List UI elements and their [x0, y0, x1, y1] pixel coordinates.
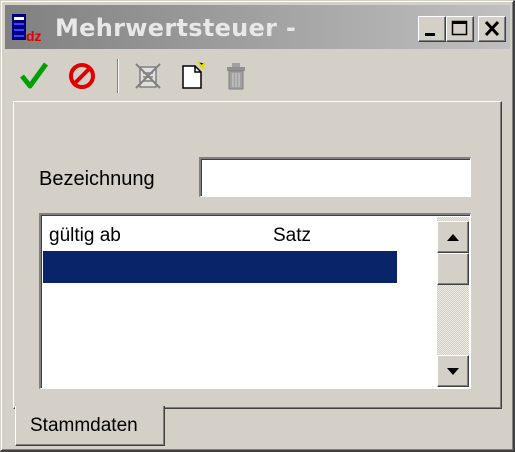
column-header-satz[interactable]: Satz: [273, 225, 311, 247]
delete-record-icon[interactable]: [133, 61, 163, 91]
close-button[interactable]: [478, 16, 506, 42]
arrow-down-icon: [447, 368, 459, 375]
vertical-scrollbar[interactable]: [437, 217, 469, 387]
close-icon: [484, 20, 500, 37]
minimize-button[interactable]: [418, 16, 446, 42]
title-bar[interactable]: dz Mehrwertsteuer -: [5, 5, 510, 49]
tab-stammdaten-label: Stammdaten: [30, 415, 138, 436]
bezeichnung-input[interactable]: [199, 157, 471, 197]
minimize-icon: [425, 33, 435, 36]
arrow-up-icon: [447, 234, 459, 241]
scroll-down-button[interactable]: [437, 355, 469, 387]
list-item-selected[interactable]: [43, 251, 397, 283]
scroll-up-button[interactable]: [437, 221, 469, 253]
list-header: gültig ab Satz: [43, 219, 397, 251]
trash-icon[interactable]: [221, 61, 251, 91]
toolbar: [5, 53, 510, 97]
window-title: Mehrwertsteuer -: [55, 14, 297, 42]
toolbar-separator: [117, 59, 119, 93]
tab-stammdaten[interactable]: Stammdaten: [15, 406, 165, 446]
column-header-gueltig-ab[interactable]: gültig ab: [49, 225, 121, 247]
vat-rate-list[interactable]: gültig ab Satz: [39, 213, 471, 389]
maximize-button[interactable]: [446, 16, 474, 42]
bezeichnung-label: Bezeichnung: [39, 168, 155, 190]
mehrwertsteuer-window: dz Mehrwertsteuer - Bezeichnung gültig a…: [0, 0, 515, 452]
database-dz-icon: dz: [12, 14, 42, 43]
check-icon[interactable]: [19, 61, 49, 91]
maximize-icon: [451, 20, 468, 36]
new-record-icon[interactable]: [177, 61, 207, 91]
svg-text:dz: dz: [26, 28, 42, 43]
scroll-thumb[interactable]: [437, 253, 469, 285]
cancel-icon[interactable]: [67, 61, 97, 91]
